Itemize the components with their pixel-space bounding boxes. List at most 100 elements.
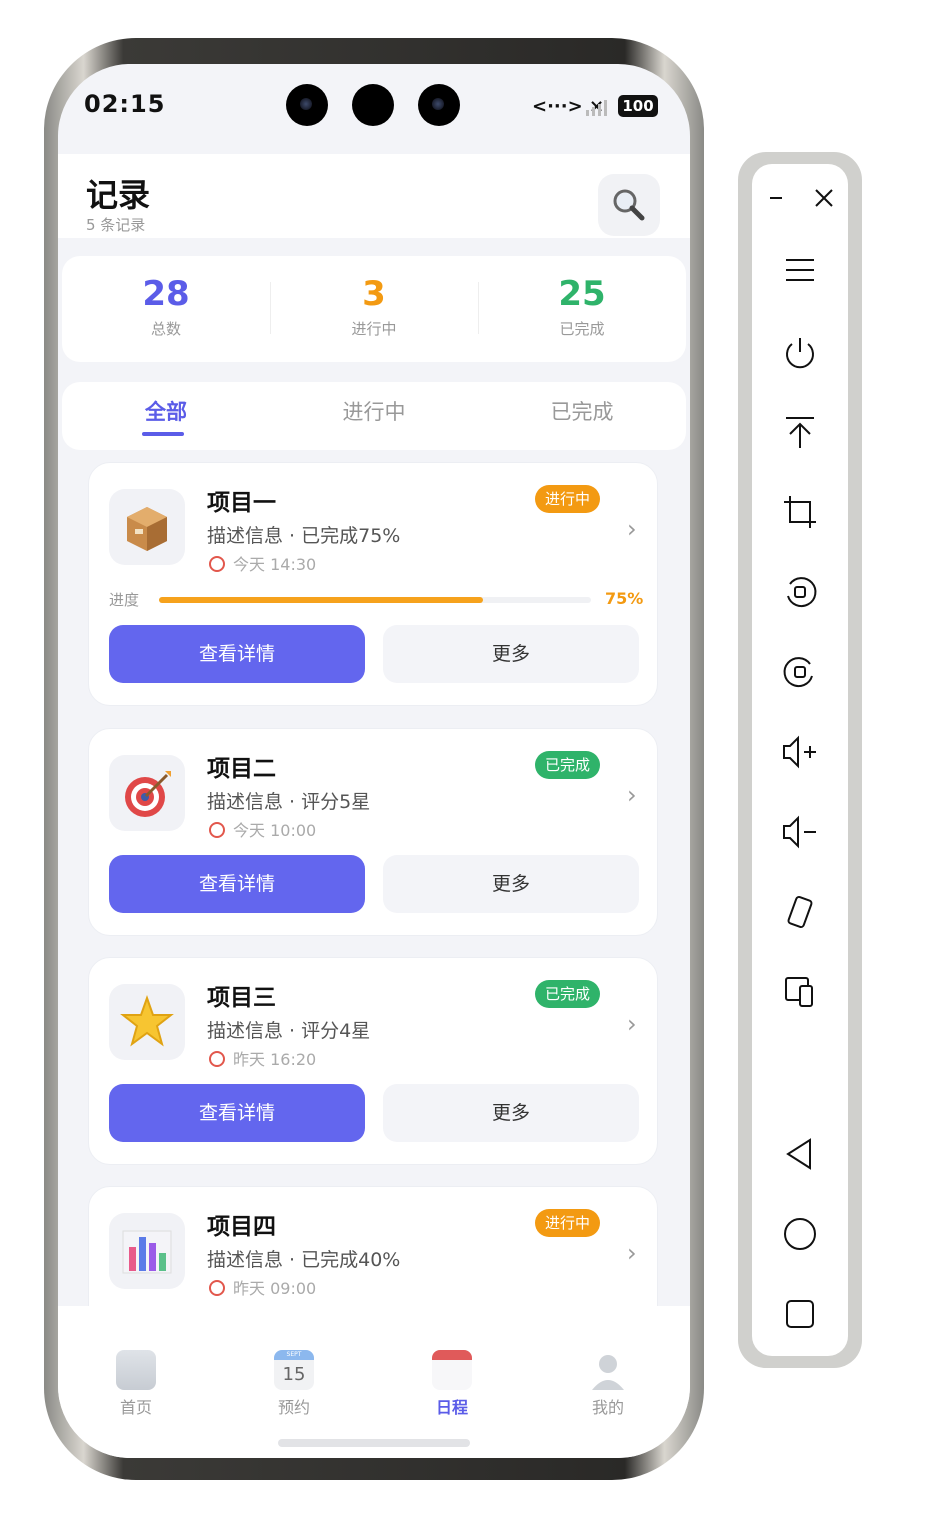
- rotate-left-icon[interactable]: [772, 572, 828, 612]
- card-title: 项目三: [207, 985, 276, 1011]
- search-button[interactable]: [598, 174, 660, 236]
- view-details-button[interactable]: 查看详情: [109, 625, 365, 683]
- status-time: 02:15: [84, 90, 166, 118]
- stat-in-progress: 3 进行中: [270, 274, 478, 339]
- stats-panel: 28 总数 3 进行中 25 已完成: [62, 256, 686, 362]
- camera-lens-icon: [418, 84, 460, 126]
- progress-percent: 75%: [605, 589, 644, 608]
- progress-bar: [159, 597, 591, 603]
- status-badge: 已完成: [535, 980, 601, 1008]
- home-icon[interactable]: [772, 1214, 828, 1254]
- power-icon[interactable]: [772, 332, 828, 372]
- card-title: 项目一: [207, 490, 276, 516]
- package-icon: [109, 489, 185, 565]
- nav-home[interactable]: 首页: [76, 1350, 196, 1418]
- tab-all[interactable]: 全部: [62, 396, 270, 426]
- card-time: 昨天 09:00: [209, 1275, 316, 1299]
- project-card[interactable]: 项目二 描述信息 · 评分5星 今天 10:00 已完成 › 查看详情 更多: [88, 728, 658, 936]
- project-card[interactable]: 项目三 描述信息 · 评分4星 昨天 16:20 已完成 › 查看详情 更多: [88, 957, 658, 1165]
- status-badge: 进行中: [535, 485, 601, 513]
- stat-label: 已完成: [559, 320, 605, 338]
- status-badge: 已完成: [535, 751, 601, 779]
- calendar-icon-month: SEPT: [286, 1351, 302, 1358]
- stat-total: 28 总数: [62, 274, 270, 339]
- page-subtitle: 5 条记录: [86, 216, 146, 234]
- user-icon: [592, 1355, 624, 1390]
- alarm-clock-icon: [209, 1280, 225, 1296]
- battery-indicator: 100: [618, 95, 658, 117]
- project-card[interactable]: 项目一 描述信息 · 已完成75% 今天 14:30 进行中 › 进度 75% …: [88, 462, 658, 706]
- building-icon: [116, 1350, 156, 1390]
- stat-value: 28: [142, 274, 190, 314]
- stat-value: 3: [362, 274, 386, 314]
- back-icon[interactable]: [772, 1134, 828, 1174]
- minimize-icon[interactable]: [762, 186, 790, 210]
- view-details-button[interactable]: 查看详情: [109, 1084, 365, 1142]
- page-title: 记录: [86, 176, 151, 214]
- status-bar: 02:15 <···> × 100: [58, 64, 690, 154]
- nav-schedule[interactable]: 日程: [392, 1350, 512, 1418]
- menu-icon[interactable]: [772, 250, 828, 290]
- card-time-text: 今天 14:30: [233, 555, 317, 574]
- chevron-right-icon[interactable]: ›: [627, 515, 637, 543]
- bar-chart-icon: [109, 1213, 185, 1289]
- alarm-clock-icon: [209, 822, 225, 838]
- nav-label: 首页: [119, 1398, 152, 1417]
- volume-down-icon[interactable]: [772, 812, 828, 852]
- filter-tabs: 全部 进行中 已完成: [62, 382, 686, 450]
- nav-booking[interactable]: SEPT 15 预约: [234, 1350, 354, 1418]
- card-time-text: 昨天 16:20: [233, 1050, 317, 1069]
- chevron-right-icon[interactable]: ›: [627, 781, 637, 809]
- calendar-icon-day: 15: [282, 1364, 306, 1385]
- progress-fill: [159, 597, 483, 603]
- camera-sensor-icon: [352, 84, 394, 126]
- volume-up-icon[interactable]: [772, 732, 828, 772]
- rotate-right-icon[interactable]: [772, 652, 828, 692]
- tab-in-progress[interactable]: 进行中: [270, 396, 478, 426]
- target-icon: [109, 755, 185, 831]
- star-icon: [109, 984, 185, 1060]
- stat-completed: 25 已完成: [478, 274, 686, 339]
- pin-top-icon[interactable]: [772, 412, 828, 452]
- tab-completed[interactable]: 已完成: [478, 396, 686, 426]
- nav-profile[interactable]: 我的: [548, 1350, 668, 1418]
- card-description: 描述信息 · 评分4星: [207, 1020, 371, 1042]
- crop-icon[interactable]: [772, 492, 828, 532]
- active-tab-indicator: [142, 432, 184, 436]
- stat-label: 总数: [150, 320, 181, 338]
- card-time-text: 今天 10:00: [233, 821, 317, 840]
- card-description: 描述信息 · 已完成40%: [207, 1249, 401, 1271]
- card-time: 昨天 16:20: [209, 1046, 316, 1070]
- status-badge: 进行中: [535, 1209, 601, 1237]
- rotate-device-icon[interactable]: [772, 892, 828, 932]
- nav-label: 预约: [277, 1398, 310, 1417]
- card-title: 项目四: [207, 1214, 276, 1240]
- search-icon: [613, 189, 645, 221]
- recents-icon[interactable]: [772, 1294, 828, 1334]
- stat-value: 25: [558, 274, 606, 314]
- nav-label: 日程: [435, 1398, 468, 1417]
- more-button[interactable]: 更多: [383, 1084, 639, 1142]
- card-time: 今天 10:00: [209, 817, 316, 841]
- devices-icon[interactable]: [772, 972, 828, 1012]
- phone-screen: 02:15 <···> × 100 记录 5 条记录 28 总数 3 进行中 2…: [58, 64, 690, 1458]
- card-description: 描述信息 · 已完成75%: [207, 525, 401, 547]
- more-button[interactable]: 更多: [383, 625, 639, 683]
- more-button[interactable]: 更多: [383, 855, 639, 913]
- card-time-text: 昨天 09:00: [233, 1279, 317, 1298]
- alarm-clock-icon: [209, 1051, 225, 1067]
- camera-lens-icon: [286, 84, 328, 126]
- close-icon[interactable]: [810, 184, 838, 212]
- chevron-right-icon[interactable]: ›: [627, 1239, 637, 1267]
- spiral-calendar-icon: [432, 1350, 472, 1390]
- view-details-button[interactable]: 查看详情: [109, 855, 365, 913]
- chevron-right-icon[interactable]: ›: [627, 1010, 637, 1038]
- stat-label: 进行中: [351, 320, 397, 338]
- nav-label: 我的: [591, 1398, 624, 1417]
- home-indicator[interactable]: [278, 1439, 470, 1447]
- alarm-clock-icon: [209, 556, 225, 572]
- card-description: 描述信息 · 评分5星: [207, 791, 371, 813]
- progress-label: 进度: [109, 591, 140, 609]
- bottom-nav: 首页 SEPT 15 预约 日程 我的: [58, 1306, 690, 1458]
- page-header: 记录 5 条记录: [58, 154, 690, 238]
